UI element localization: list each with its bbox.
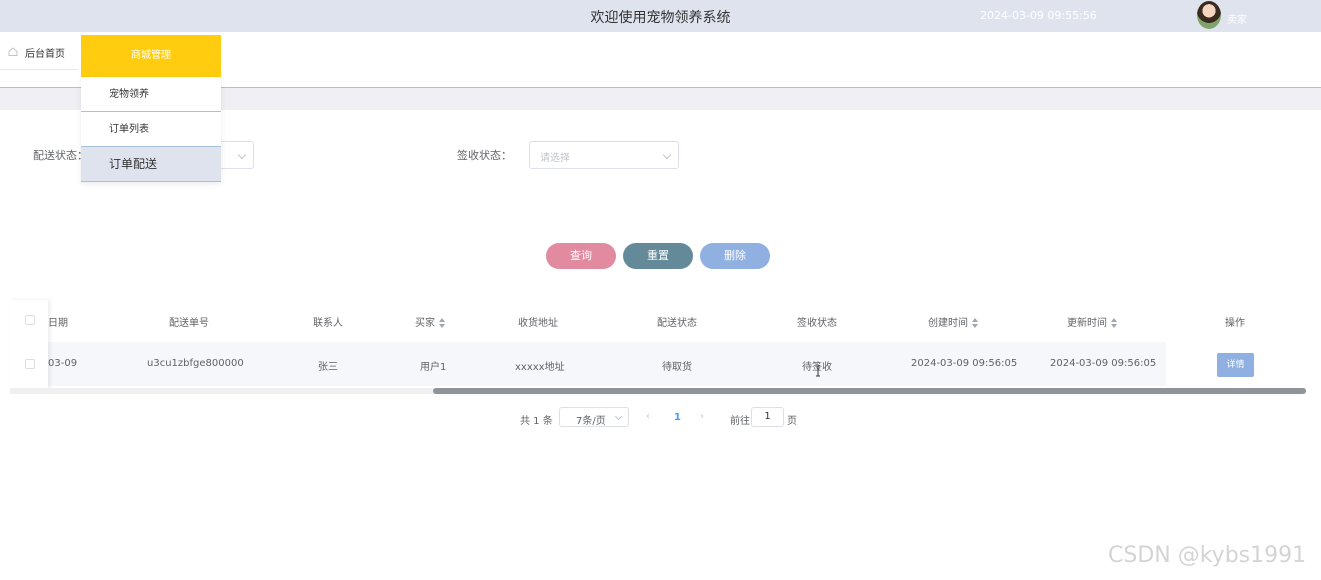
cell-buyer: 用户1 — [420, 362, 447, 373]
select-all-checkbox[interactable] — [25, 315, 35, 325]
detail-button[interactable]: 详情 — [1217, 353, 1254, 377]
delete-button[interactable]: 删除 — [700, 243, 770, 269]
username[interactable]: 卖家 — [1227, 11, 1247, 26]
column-order-no: 配送单号 — [169, 318, 209, 329]
table-header: 日期 配送单号 联系人 买家 收货地址 配送状态 签收状态 创建时间 更新时间 — [10, 300, 1306, 340]
next-page-button[interactable]: › — [700, 411, 704, 422]
column-created[interactable]: 创建时间 — [928, 314, 978, 329]
receipt-status-select[interactable]: 请选择 — [529, 141, 679, 169]
submenu: 宠物领养 订单列表 订单配送 — [81, 77, 221, 182]
column-receipt-status: 签收状态 — [797, 318, 837, 329]
column-contact: 联系人 — [313, 318, 343, 329]
goto-label: 前往 — [730, 416, 750, 427]
column-address: 收货地址 — [518, 318, 558, 329]
sort-icon[interactable] — [972, 318, 978, 328]
tab-home-label: 后台首页 — [25, 49, 65, 60]
page-size-select[interactable]: 7条/页 — [559, 407, 629, 427]
table-row: 03-09 u3cu1zbfge800000 张三 用户1 xxxxx地址 待取… — [10, 342, 1306, 386]
cell-delivery-status: 待取货 — [662, 362, 692, 373]
column-buyer-label: 买家 — [415, 318, 435, 329]
datetime-display: 2024-03-09 09:55:56 — [980, 9, 1097, 22]
menu-item-order-delivery[interactable]: 订单配送 — [81, 147, 221, 182]
sort-icon[interactable] — [1111, 318, 1117, 328]
sort-icon[interactable] — [439, 318, 445, 328]
cell-created: 2024-03-09 09:56:05 — [911, 358, 1018, 369]
table-horizontal-scrollbar[interactable] — [10, 388, 1306, 394]
cell-contact: 张三 — [318, 362, 338, 373]
delivery-table: 日期 配送单号 联系人 买家 收货地址 配送状态 签收状态 创建时间 更新时间 … — [10, 300, 1306, 395]
query-button[interactable]: 查询 — [546, 243, 616, 269]
menu-shop-management[interactable]: 商城管理 — [81, 35, 221, 77]
chevron-down-icon — [614, 412, 623, 421]
prev-page-button[interactable]: ‹ — [646, 411, 650, 422]
receipt-status-placeholder: 请选择 — [540, 153, 570, 164]
menu-item-pet-adoption[interactable]: 宠物领养 — [81, 77, 221, 112]
page-number-current[interactable]: 1 — [674, 412, 681, 423]
home-icon — [8, 47, 18, 56]
selection-column — [10, 300, 48, 390]
delivery-status-label: 配送状态： — [33, 149, 88, 162]
watermark: CSDN @kybs1991 — [1108, 543, 1307, 568]
column-buyer[interactable]: 买家 — [415, 314, 445, 329]
scrollbar-thumb[interactable] — [433, 388, 1306, 394]
page-size-value: 7条/页 — [576, 416, 606, 427]
top-bar: 欢迎使用宠物领养系统 2024-03-09 09:55:56 卖家 — [0, 0, 1321, 32]
cell-address: xxxxx地址 — [515, 362, 565, 373]
cell-order-no: u3cu1zbfge800000 — [147, 358, 244, 369]
app-title: 欢迎使用宠物领养系统 — [590, 10, 731, 26]
reset-button[interactable]: 重置 — [623, 243, 693, 269]
column-delivery-status: 配送状态 — [657, 318, 697, 329]
pagination-total: 共 1 条 — [520, 416, 553, 427]
row-checkbox[interactable] — [25, 359, 35, 369]
operations-column: 操作 详情 — [1166, 300, 1306, 388]
column-updated-label: 更新时间 — [1067, 318, 1107, 329]
chevron-down-icon — [662, 150, 672, 160]
column-operations: 操作 — [1225, 318, 1245, 329]
column-updated[interactable]: 更新时间 — [1067, 314, 1117, 329]
avatar[interactable] — [1197, 1, 1221, 29]
cell-updated: 2024-03-09 09:56:05 — [1050, 358, 1157, 369]
cell-date: 03-09 — [48, 358, 78, 369]
goto-page-input[interactable]: 1 — [751, 407, 784, 427]
goto-suffix: 页 — [787, 416, 797, 427]
receipt-status-label: 签收状态： — [457, 149, 512, 162]
text-cursor-icon — [816, 365, 820, 377]
tab-home[interactable]: 后台首页 — [0, 32, 78, 70]
column-created-label: 创建时间 — [928, 318, 968, 329]
menu-item-order-list[interactable]: 订单列表 — [81, 112, 221, 147]
pagination: 共 1 条 7条/页 ‹ 1 › 前往 1 页 — [0, 407, 1321, 429]
column-date: 日期 — [48, 318, 68, 329]
chevron-down-icon — [237, 150, 247, 160]
